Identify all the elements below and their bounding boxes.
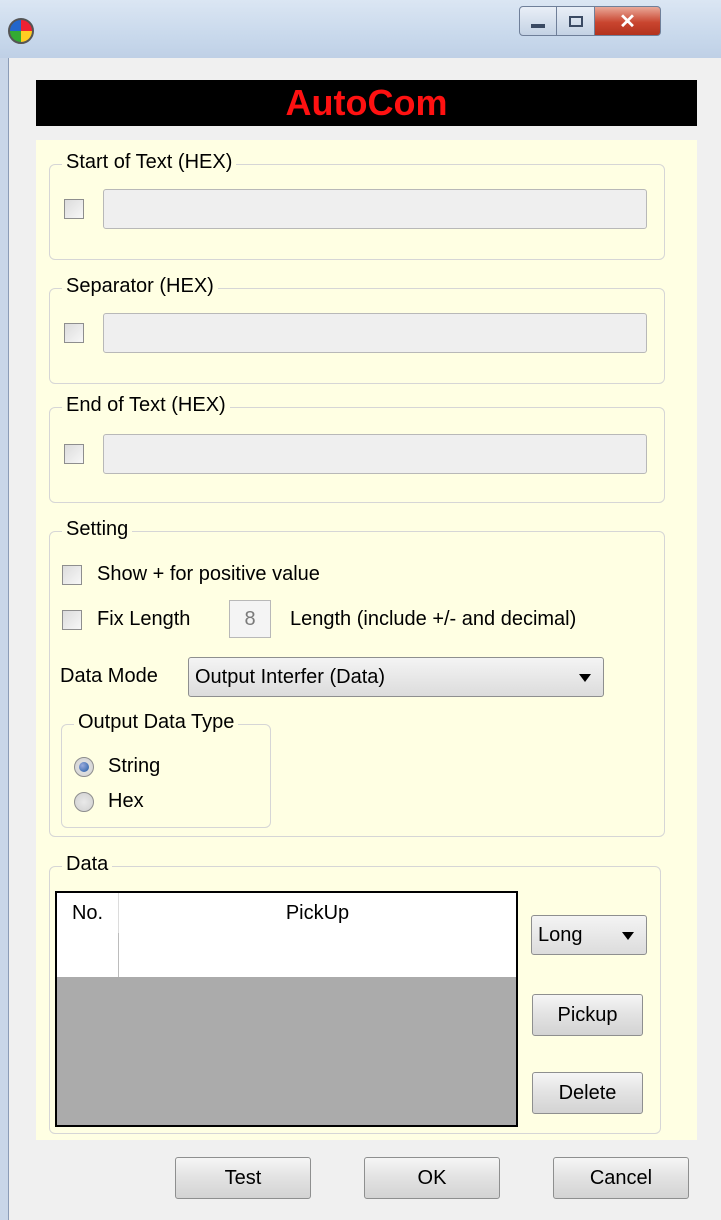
maximize-button[interactable] (557, 6, 595, 36)
chevron-down-icon (579, 674, 591, 682)
delete-button[interactable]: Delete (532, 1072, 643, 1114)
minimize-button[interactable] (519, 6, 557, 36)
table-header: No. PickUp (57, 893, 516, 934)
data-type-value: Long (538, 924, 583, 946)
data-mode-dropdown[interactable]: Output Interfer (Data) (188, 657, 604, 697)
minimize-icon (531, 24, 545, 28)
column-header-no: No. (57, 893, 119, 933)
data-mode-value: Output Interfer (Data) (195, 666, 386, 688)
separator-checkbox[interactable] (64, 323, 84, 343)
group-title: Output Data Type (74, 711, 239, 734)
show-plus-checkbox[interactable] (62, 565, 82, 585)
pickup-button[interactable]: Pickup (532, 994, 643, 1036)
data-type-dropdown[interactable]: Long (531, 915, 647, 955)
table-cell (57, 933, 119, 977)
main-panel: Start of Text (HEX) Separator (HEX) End … (36, 140, 697, 1140)
close-button[interactable]: ✕ (595, 6, 661, 36)
column-header-pickup: PickUp (285, 902, 350, 924)
string-radio[interactable] (74, 757, 94, 777)
separator-input[interactable] (103, 313, 647, 353)
title-bar: ✕ (0, 0, 721, 58)
end-of-text-input[interactable] (103, 434, 647, 474)
test-button[interactable]: Test (175, 1157, 311, 1199)
separator-group: Separator (HEX) (49, 275, 665, 384)
window-frame (0, 58, 9, 1220)
cancel-button[interactable]: Cancel (553, 1157, 689, 1199)
output-data-type-group: Output Data Type String Hex (61, 711, 271, 828)
close-icon: ✕ (619, 10, 636, 33)
fix-length-checkbox[interactable] (62, 610, 82, 630)
end-of-text-checkbox[interactable] (64, 444, 84, 464)
app-banner: AutoCom (36, 80, 697, 126)
start-of-text-checkbox[interactable] (64, 199, 84, 219)
group-title: Start of Text (HEX) (62, 151, 237, 174)
table-row[interactable] (57, 933, 516, 977)
group-title: End of Text (HEX) (62, 394, 230, 417)
chevron-down-icon (622, 932, 634, 940)
start-of-text-group: Start of Text (HEX) (49, 151, 665, 260)
app-icon (8, 18, 34, 44)
start-of-text-input[interactable] (103, 189, 647, 229)
table-cell (119, 933, 516, 977)
group-title: Separator (HEX) (62, 275, 218, 298)
length-hint-label: Length (include +/- and decimal) (290, 608, 577, 630)
hex-radio-label: Hex (108, 790, 144, 812)
maximize-icon (568, 15, 583, 27)
fix-length-label: Fix Length (97, 608, 191, 630)
end-of-text-group: End of Text (HEX) (49, 394, 665, 503)
setting-group: Setting Show + for positive value Fix Le… (49, 518, 665, 837)
ok-button[interactable]: OK (364, 1157, 500, 1199)
pickup-table[interactable]: No. PickUp (55, 891, 518, 1127)
data-mode-label: Data Mode (60, 665, 158, 687)
length-input[interactable]: 8 (229, 600, 271, 638)
string-radio-label: String (108, 755, 161, 777)
window-controls: ✕ (519, 6, 661, 40)
hex-radio[interactable] (74, 792, 94, 812)
show-plus-label: Show + for positive value (97, 563, 320, 585)
group-title: Setting (62, 518, 133, 541)
group-title: Data (62, 853, 113, 876)
